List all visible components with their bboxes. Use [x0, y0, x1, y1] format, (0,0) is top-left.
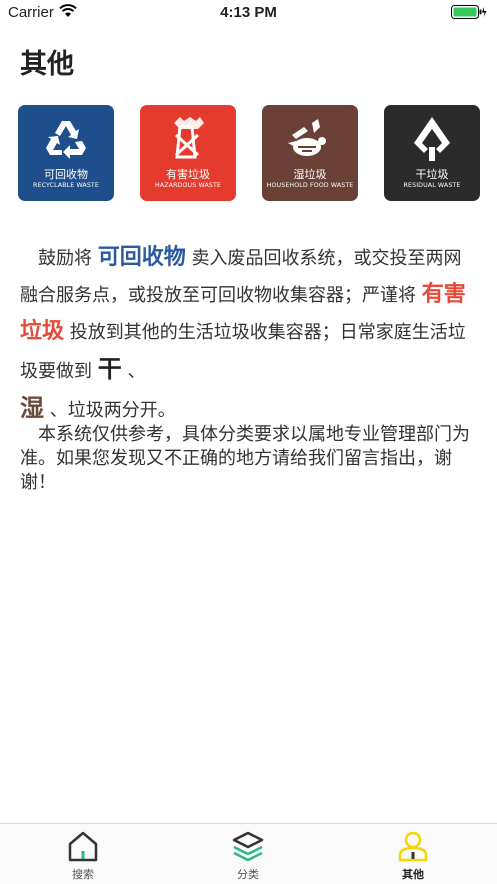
tab-other[interactable]: 其他 [368, 824, 458, 884]
highlight-wet: 湿 [20, 394, 44, 422]
description-text: 投放到其他的生活垃圾收集容器；日常家庭生活垃圾要做到 [20, 322, 466, 382]
residual-waste-icon [384, 113, 480, 165]
card-label-en: RESIDUAL WASTE [403, 182, 461, 189]
description-paragraph-2: 本系统仅供参考，具体分类要求以属地专业管理部门为准。如果您发现又不正确的地方请给… [20, 423, 472, 495]
card-label-en: HOUSEHOLD FOOD WASTE [266, 182, 354, 189]
card-label-en: RECYCLABLE WASTE [33, 182, 99, 189]
card-residual[interactable]: 干垃圾 RESIDUAL WASTE [384, 105, 480, 201]
recycle-icon [18, 113, 114, 165]
card-label-en: HAZARDOUS WASTE [155, 182, 221, 189]
card-label-cn: 湿垃圾 [293, 168, 327, 181]
layers-icon [232, 830, 264, 862]
tab-label: 分类 [237, 868, 259, 881]
hazardous-icon [140, 113, 236, 165]
tab-categories[interactable]: 分类 [203, 824, 293, 884]
tab-label: 其他 [402, 868, 424, 881]
status-bar: Carrier 4:13 PM [0, 0, 497, 26]
clock: 4:13 PM [220, 4, 277, 21]
card-hazardous[interactable]: 有害垃圾 HAZARDOUS WASTE [140, 105, 236, 201]
category-cards: 可回收物 RECYCLABLE WASTE 有害垃圾 HAZARDOUS WAS… [18, 105, 480, 201]
user-icon [397, 830, 429, 862]
highlight-recyclable: 可回收物 [97, 245, 186, 270]
tab-bar: 搜索 分类 其他 [0, 823, 497, 884]
tab-search[interactable]: 搜索 [38, 824, 128, 884]
description-text: 本系统仅供参考，具体分类要求以属地专业管理部门为准。如果您发现又不正确的地方请给… [20, 424, 470, 493]
card-label-cn: 可回收物 [44, 168, 88, 181]
page-title: 其他 [20, 49, 74, 80]
description-text: 、垃圾两分开。 [49, 400, 176, 421]
food-waste-icon [262, 113, 358, 165]
card-label-cn: 干垃圾 [415, 168, 449, 181]
card-food-waste[interactable]: 湿垃圾 HOUSEHOLD FOOD WASTE [262, 105, 358, 201]
description-paragraph-1: 鼓励将 可回收物 卖入废品回收系统，或交投至两网融合服务点，或投放至可回收物收集… [20, 240, 472, 429]
description-text: 、 [127, 361, 146, 382]
card-recyclable[interactable]: 可回收物 RECYCLABLE WASTE [18, 105, 114, 201]
description-text: 鼓励将 [38, 248, 92, 269]
description: 鼓励将 可回收物 卖入废品回收系统，或交投至两网融合服务点，或投放至可回收物收集… [20, 240, 472, 495]
card-label-cn: 有害垃圾 [166, 168, 210, 181]
tab-label: 搜索 [72, 868, 94, 881]
home-icon [67, 830, 99, 862]
highlight-dry: 干 [97, 355, 122, 383]
battery-icon [451, 5, 487, 23]
